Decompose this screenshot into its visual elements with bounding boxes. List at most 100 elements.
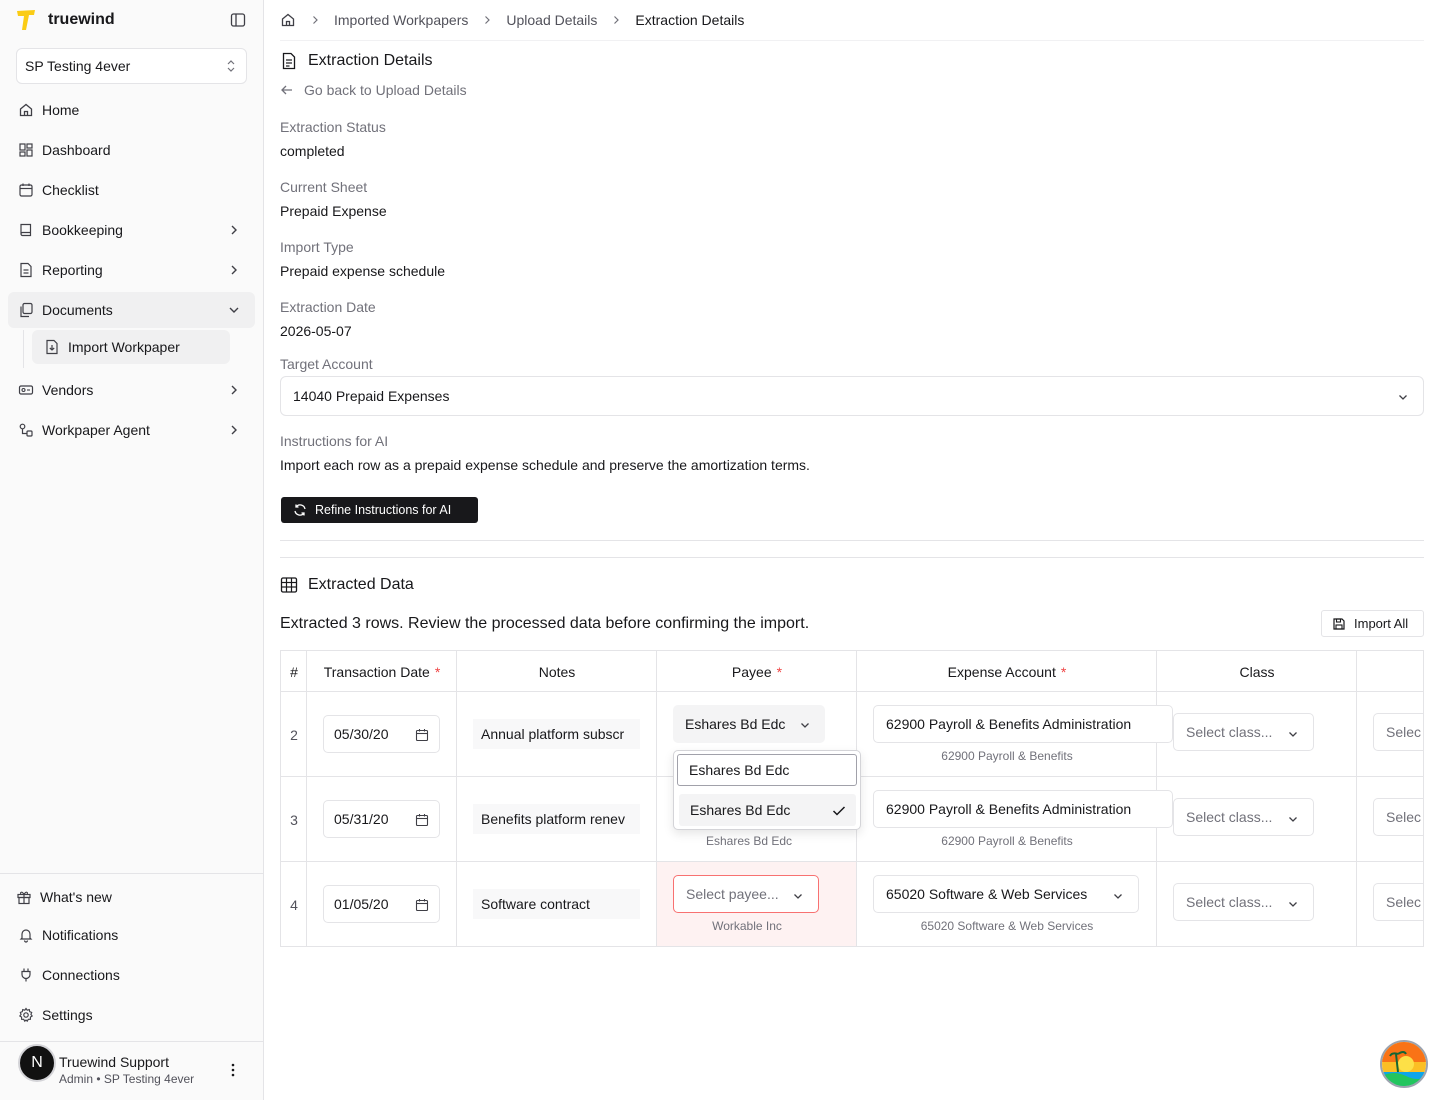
required-marker: * (1060, 663, 1067, 680)
sidebar-item-label: Import Workpaper (68, 339, 180, 355)
import-type-label: Import Type (280, 239, 354, 255)
nav-item-settings[interactable]: Settings (8, 997, 255, 1033)
nav-item-label: What's new (40, 889, 112, 905)
nav-item-reporting[interactable]: Reporting (8, 252, 255, 288)
org-selector[interactable]: SP Testing 4ever (16, 48, 247, 84)
gear-icon (18, 1007, 34, 1023)
divider (280, 40, 1424, 41)
nav-item-home[interactable]: Home (8, 92, 255, 128)
notes-field[interactable]: Benefits platform renev (473, 804, 640, 834)
current-sheet-label: Current Sheet (280, 179, 368, 195)
org-selector-label: SP Testing 4ever (25, 58, 131, 74)
user-role: Admin • SP Testing 4ever (59, 1072, 195, 1086)
import-all-button[interactable]: Import All (1321, 610, 1424, 637)
refine-instructions-button[interactable]: Refine Instructions for AI (281, 497, 478, 523)
nav-item-label: Notifications (42, 927, 119, 943)
nav-item-workpaper-agent[interactable]: Workpaper Agent (8, 412, 255, 448)
file-import-icon (44, 339, 60, 355)
nav-item-label: Vendors (42, 382, 94, 398)
nav-item-notifications[interactable]: Notifications (8, 917, 255, 953)
nav-item-label: Home (42, 102, 80, 118)
sidebar-divider (0, 1041, 263, 1042)
row-number: 4 (290, 896, 298, 913)
payee-value: Eshares Bd Edc (685, 716, 786, 732)
target-account-select[interactable]: 14040 Prepaid Expenses (280, 376, 1424, 416)
breadcrumb: Imported Workpapers Upload Details Extra… (280, 10, 744, 30)
nav-item-vendors[interactable]: Vendors (8, 372, 255, 408)
truewind-logo-icon (16, 9, 36, 31)
nav-item-label: Dashboard (42, 142, 111, 158)
chevron-right-icon (227, 223, 241, 237)
overflow-select[interactable]: Selec (1373, 713, 1423, 751)
class-placeholder: Select class... (1186, 809, 1273, 825)
nav-item-bookkeeping[interactable]: Bookkeeping (8, 212, 255, 248)
instructions-value: Import each row as a prepaid expense sch… (280, 457, 810, 473)
nav-item-connections[interactable]: Connections (8, 957, 255, 993)
refine-button-label: Refine Instructions for AI (315, 503, 452, 517)
sidebar-item-import-workpaper[interactable]: Import Workpaper (32, 330, 230, 364)
brand[interactable]: truewind (16, 8, 115, 32)
chevron-down-icon (1397, 390, 1409, 402)
brand-name: truewind (48, 11, 115, 28)
transaction-date-input[interactable]: 05/30/20 (323, 715, 440, 753)
import-type-value: Prepaid expense schedule (280, 263, 446, 279)
nav-item-whats-new[interactable]: What's new (6, 879, 253, 915)
breadcrumb-link[interactable]: Imported Workpapers (334, 12, 468, 28)
page-title: Extraction Details (280, 52, 433, 70)
home-icon[interactable] (280, 12, 296, 28)
chevron-down-icon (1287, 727, 1299, 739)
date-value: 05/31/20 (334, 811, 389, 827)
nav-item-label: Settings (42, 1007, 93, 1023)
extraction-summary: Extracted 3 rows. Review the processed d… (280, 615, 810, 632)
dashboard-icon (18, 142, 34, 158)
user-profile[interactable]: N Truewind Support Admin • SP Testing 4e… (18, 1044, 258, 1086)
notes-field[interactable]: Annual platform subscr (473, 719, 640, 749)
transaction-date-input[interactable]: 05/31/20 (323, 800, 440, 838)
class-select[interactable]: Select class... (1173, 798, 1314, 836)
payee-option[interactable]: Eshares Bd Edc (679, 794, 856, 826)
vendor-icon (18, 382, 34, 398)
breadcrumb-link[interactable]: Upload Details (506, 12, 597, 28)
overflow-select[interactable]: Selec (1373, 798, 1423, 836)
breadcrumb-current: Extraction Details (635, 12, 745, 28)
more-vertical-icon[interactable] (230, 1062, 236, 1078)
assistant-chat-icon[interactable] (1380, 1040, 1428, 1088)
expense-account-select[interactable]: 62900 Payroll & Benefits Administration (873, 705, 1173, 743)
row-number: 2 (290, 726, 298, 743)
account-suggestion: 62900 Payroll & Benefits (941, 749, 1073, 763)
expense-account-select[interactable]: 65020 Software & Web Services (873, 875, 1139, 913)
payee-dropdown: Eshares Bd Edc Eshares Bd Edc (673, 750, 861, 830)
row-number: 3 (290, 811, 298, 828)
chevron-down-icon (799, 718, 811, 730)
nav-item-documents[interactable]: Documents (8, 292, 255, 328)
sidebar-toggle-icon[interactable] (230, 12, 246, 28)
report-icon (18, 262, 34, 278)
extracted-data-title-text: Extracted Data (308, 576, 414, 593)
gift-icon (16, 889, 32, 905)
calendar-icon[interactable] (415, 813, 429, 827)
notes-field[interactable]: Software contract (473, 889, 640, 919)
nav-item-dashboard[interactable]: Dashboard (8, 132, 255, 168)
nav-item-checklist[interactable]: Checklist (8, 172, 255, 208)
date-value: 01/05/20 (334, 896, 389, 912)
extraction-status-value: completed (280, 143, 345, 159)
payee-select[interactable]: Select payee... (673, 875, 819, 913)
class-select[interactable]: Select class... (1173, 713, 1314, 751)
chevron-down-icon (1287, 812, 1299, 824)
expense-account-select[interactable]: 62900 Payroll & Benefits Administration (873, 790, 1173, 828)
extraction-date-value: 2026-05-07 (280, 323, 352, 339)
required-marker: * (434, 663, 441, 680)
back-link[interactable]: Go back to Upload Details (280, 82, 467, 98)
calendar-icon[interactable] (415, 728, 429, 742)
nav-item-label: Connections (42, 967, 120, 983)
document-icon (280, 52, 298, 70)
column-header-notes: Notes (538, 663, 576, 680)
payee-select[interactable]: Eshares Bd Edc (673, 705, 825, 743)
calendar-icon[interactable] (415, 898, 429, 912)
class-select[interactable]: Select class... (1173, 883, 1314, 921)
chevron-down-icon (227, 303, 241, 317)
calendar-icon (18, 182, 34, 198)
overflow-select[interactable]: Selec (1373, 883, 1423, 921)
payee-search-input[interactable]: Eshares Bd Edc (677, 754, 857, 786)
transaction-date-input[interactable]: 01/05/20 (323, 885, 440, 923)
